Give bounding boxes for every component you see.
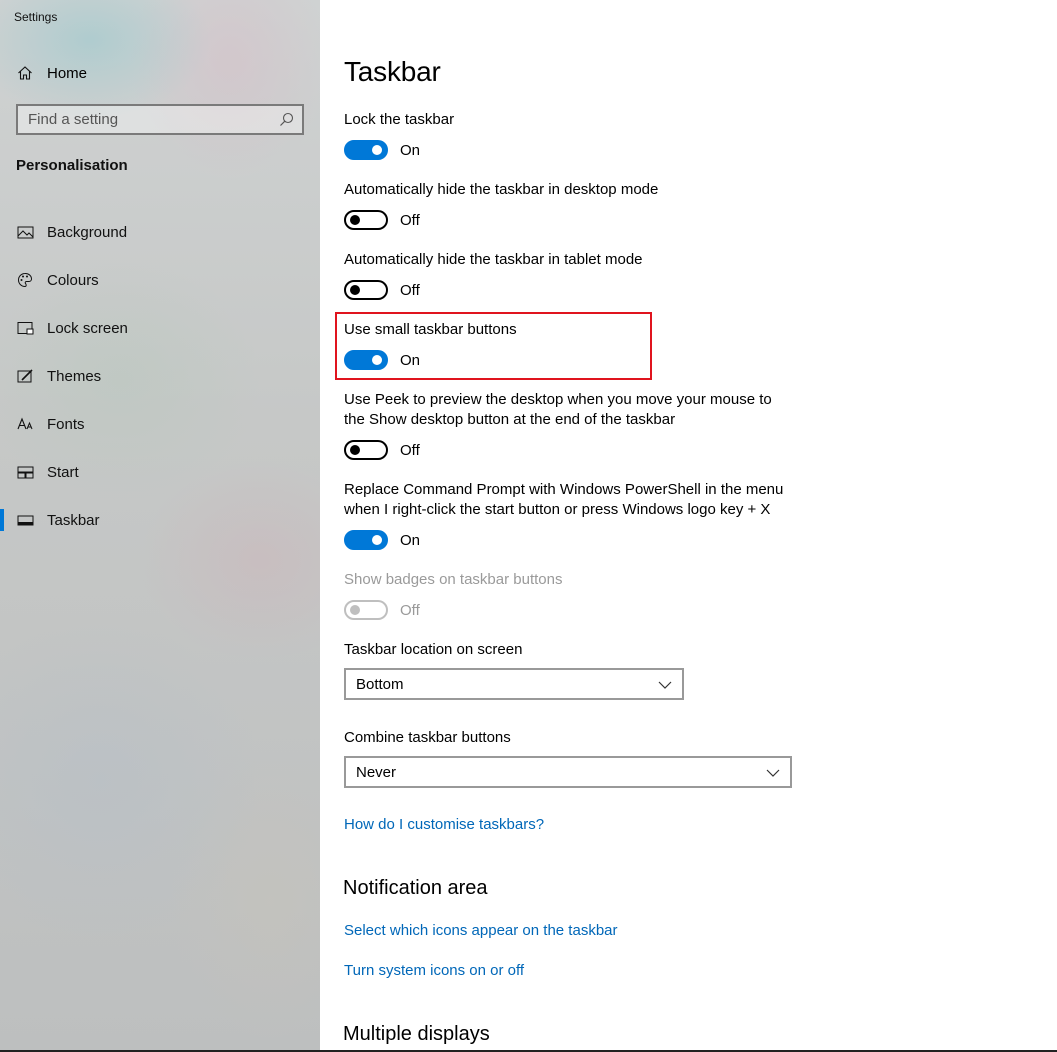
setting-badges: Show badges on taskbar buttons Off: [344, 570, 562, 620]
sidebar: Settings Home Find a setting Personalisa…: [0, 0, 320, 1052]
sidebar-item-lock-screen[interactable]: Lock screen: [0, 304, 320, 352]
setting-label-line2: the Show desktop button at the end of th…: [344, 411, 676, 428]
toggle-state: Off: [400, 281, 420, 299]
home-nav-item[interactable]: Home: [16, 62, 87, 84]
toggle-state: Off: [400, 601, 420, 619]
taskbar-icon: [16, 511, 34, 529]
sidebar-item-label: Themes: [47, 367, 102, 385]
highlight-box: [335, 312, 652, 380]
sidebar-item-label: Background: [47, 223, 128, 241]
setting-label: Show badges on taskbar buttons: [344, 571, 563, 588]
palette-icon: [16, 271, 34, 289]
sidebar-item-background[interactable]: Background: [0, 208, 320, 256]
search-input[interactable]: Find a setting: [16, 104, 304, 135]
autohide-desktop-toggle[interactable]: [344, 210, 388, 230]
toggle-state: Off: [400, 441, 420, 459]
sidebar-item-colours[interactable]: Colours: [0, 256, 320, 304]
home-icon: [16, 64, 34, 82]
setting-peek: Use Peek to preview the desktop when you…: [344, 390, 772, 460]
sidebar-nav: Background Colours Lock screen Themes Fo…: [0, 208, 320, 544]
badges-toggle: [344, 600, 388, 620]
autohide-tablet-toggle[interactable]: [344, 280, 388, 300]
chevron-down-icon: [658, 678, 672, 690]
search-placeholder: Find a setting: [28, 111, 119, 128]
peek-toggle[interactable]: [344, 440, 388, 460]
system-icons-link[interactable]: Turn system icons on or off: [344, 962, 524, 979]
font-icon: [16, 415, 34, 433]
chevron-down-icon: [766, 766, 780, 778]
notification-area-heading: Notification area: [343, 877, 488, 899]
search-icon[interactable]: [279, 112, 294, 127]
sidebar-item-label: Start: [47, 463, 79, 481]
setting-powershell: Replace Command Prompt with Windows Powe…: [344, 480, 783, 550]
app-title: Settings: [14, 10, 58, 24]
sidebar-item-label: Lock screen: [47, 319, 128, 337]
lock-taskbar-toggle[interactable]: [344, 140, 388, 160]
section-title: Personalisation: [16, 157, 128, 174]
setting-label-line1: Replace Command Prompt with Windows Powe…: [344, 481, 784, 498]
setting-label-line1: Use Peek to preview the desktop when you…: [344, 391, 772, 408]
powershell-toggle[interactable]: [344, 530, 388, 550]
picture-icon: [16, 223, 34, 241]
sidebar-item-themes[interactable]: Themes: [0, 352, 320, 400]
sidebar-item-start[interactable]: Start: [0, 448, 320, 496]
brush-icon: [16, 367, 34, 385]
sidebar-item-taskbar[interactable]: Taskbar: [0, 496, 320, 544]
location-dropdown[interactable]: Bottom: [344, 668, 684, 700]
combine-dropdown[interactable]: Never: [344, 756, 792, 788]
setting-label-line2: when I right-click the start button or p…: [344, 501, 771, 518]
main-content: Taskbar Lock the taskbar On Automaticall…: [320, 0, 1057, 1052]
setting-label: Taskbar location on screen: [344, 641, 523, 658]
toggle-state: Off: [400, 211, 420, 229]
sidebar-item-fonts[interactable]: Fonts: [0, 400, 320, 448]
select-icons-link[interactable]: Select which icons appear on the taskbar: [344, 922, 618, 939]
setting-autohide-tablet: Automatically hide the taskbar in tablet…: [344, 250, 643, 300]
setting-label: Automatically hide the taskbar in deskto…: [344, 181, 659, 198]
setting-label: Combine taskbar buttons: [344, 729, 511, 746]
toggle-state: On: [400, 531, 421, 549]
setting-autohide-desktop: Automatically hide the taskbar in deskto…: [344, 180, 658, 230]
lock-screen-icon: [16, 319, 34, 337]
setting-lock-taskbar: Lock the taskbar On: [344, 110, 454, 160]
setting-label: Automatically hide the taskbar in tablet…: [344, 251, 643, 268]
page-title: Taskbar: [344, 56, 441, 87]
dropdown-value: Never: [356, 763, 397, 781]
help-link[interactable]: How do I customise taskbars?: [344, 816, 544, 833]
sidebar-item-label: Colours: [47, 271, 99, 289]
multiple-displays-heading: Multiple displays: [343, 1023, 490, 1045]
sidebar-item-label: Taskbar: [47, 511, 100, 529]
start-tiles-icon: [16, 463, 34, 481]
toggle-state: On: [400, 141, 421, 159]
setting-label: Lock the taskbar: [344, 111, 455, 128]
sidebar-item-label: Fonts: [47, 415, 85, 433]
setting-combine: Combine taskbar buttons Never: [344, 728, 792, 788]
setting-location: Taskbar location on screen Bottom: [344, 640, 684, 700]
dropdown-value: Bottom: [356, 675, 404, 693]
home-label: Home: [47, 64, 88, 82]
